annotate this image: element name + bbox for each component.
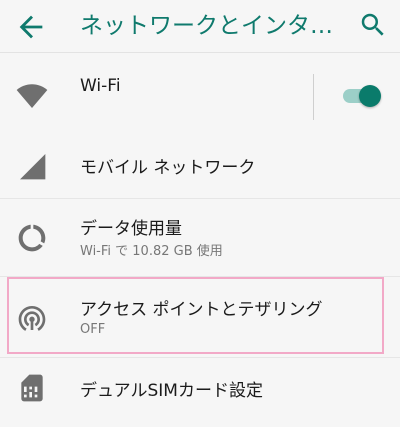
mobile-network-label: モバイル ネットワーク xyxy=(80,158,256,178)
app-bar: ネットワークとインターネット xyxy=(0,0,400,53)
divider xyxy=(0,357,400,358)
wifi-toggle[interactable] xyxy=(339,85,383,107)
dual-sim-row[interactable]: デュアルSIMカード設定 xyxy=(0,359,400,421)
sim-card-icon xyxy=(21,374,43,402)
data-usage-label: データ使用量 xyxy=(80,219,182,239)
data-usage-summary: Wi-Fi で 10.82 GB 使用 xyxy=(80,244,223,259)
wifi-icon xyxy=(16,84,48,108)
search-icon xyxy=(361,13,384,36)
data-usage-icon xyxy=(18,224,46,252)
wifi-label: Wi-Fi xyxy=(80,76,121,96)
arrow-back-icon xyxy=(19,15,43,39)
dual-sim-label: デュアルSIMカード設定 xyxy=(80,381,263,401)
page-title: ネットワークとインターネット xyxy=(80,13,335,39)
search-button[interactable] xyxy=(358,10,390,42)
signal-icon xyxy=(20,154,46,180)
toggle-thumb xyxy=(359,85,381,107)
highlight-box xyxy=(7,277,384,354)
row-separator xyxy=(313,74,314,120)
data-usage-row[interactable]: データ使用量 Wi-Fi で 10.82 GB 使用 xyxy=(0,200,400,272)
mobile-network-row[interactable]: モバイル ネットワーク xyxy=(0,134,400,196)
back-button[interactable] xyxy=(14,10,48,44)
divider xyxy=(0,198,400,199)
